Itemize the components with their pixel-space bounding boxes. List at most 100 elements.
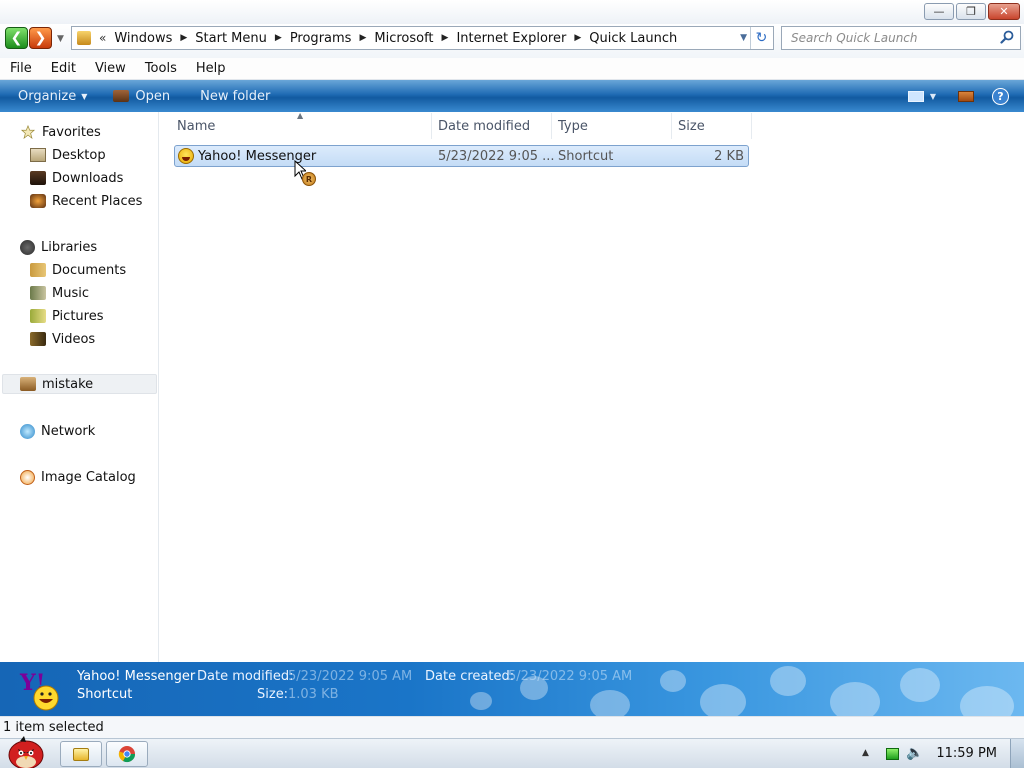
- background-bubble: [960, 686, 1014, 716]
- column-header-name-label: Name: [177, 118, 216, 134]
- nav-libraries-label: Libraries: [41, 239, 98, 255]
- desktop-icon: [30, 148, 46, 162]
- title-bar: — ❐ ✕: [0, 0, 1024, 24]
- status-bar: 1 item selected: [0, 716, 1024, 738]
- lightning-icon: [20, 469, 35, 485]
- view-options-dropdown-icon[interactable]: ▼: [930, 92, 936, 101]
- breadcrumb-microsoft[interactable]: Microsoft: [374, 31, 433, 46]
- start-button[interactable]: [2, 733, 50, 768]
- details-date-created-label: Date created:: [425, 669, 515, 684]
- menu-file[interactable]: File: [0, 61, 41, 76]
- breadcrumb-overflow-button[interactable]: «: [99, 31, 106, 45]
- help-icon[interactable]: ?: [992, 87, 1009, 105]
- downloads-icon: [30, 171, 46, 185]
- column-header-type[interactable]: Type: [552, 113, 672, 139]
- breadcrumb-quick-launch[interactable]: Quick Launch: [589, 31, 677, 46]
- folder-icon: [73, 747, 89, 761]
- breadcrumb-internet-explorer[interactable]: Internet Explorer: [456, 31, 566, 46]
- file-row[interactable]: Yahoo! Messenger 5/23/2022 9:05 ... Shor…: [174, 145, 749, 167]
- nav-libraries[interactable]: Libraries: [20, 237, 97, 257]
- nav-image-catalog[interactable]: Image Catalog: [20, 467, 136, 487]
- chrome-icon: [118, 746, 136, 763]
- breadcrumb-separator-icon[interactable]: ▶: [180, 33, 187, 43]
- nav-recent-places[interactable]: Recent Places: [30, 191, 142, 211]
- nav-favorites[interactable]: Favorites: [20, 122, 101, 142]
- star-icon: [20, 125, 36, 139]
- column-header-name[interactable]: Name: [171, 113, 432, 139]
- network-status-icon[interactable]: [886, 748, 899, 760]
- nav-videos-label: Videos: [52, 331, 96, 347]
- volume-icon[interactable]: 🔈: [906, 745, 923, 761]
- column-header-date-modified[interactable]: Date modified: [432, 113, 552, 139]
- new-folder-button[interactable]: New folder: [200, 89, 270, 104]
- search-input[interactable]: [791, 31, 996, 45]
- details-date-modified-value: 5/23/2022 9:05 AM: [288, 669, 413, 684]
- breadcrumb-windows[interactable]: Windows: [114, 31, 172, 46]
- background-bubble: [900, 668, 940, 702]
- close-button[interactable]: ✕: [988, 3, 1020, 20]
- details-file-name: Yahoo! Messenger: [77, 669, 196, 684]
- taskbar: ▲ 🔈 11:59 PM: [0, 736, 1024, 768]
- restore-button[interactable]: ❐: [956, 3, 986, 20]
- file-date-cell: 5/23/2022 9:05 ...: [438, 148, 555, 164]
- breadcrumb-separator-icon[interactable]: ▶: [574, 33, 581, 43]
- nav-user-folder-label: mistake: [42, 376, 94, 392]
- menu-tools[interactable]: Tools: [135, 61, 186, 76]
- command-bar-right: ▼ ?: [907, 80, 1024, 112]
- window-controls: — ❐ ✕: [924, 3, 1020, 20]
- show-desktop-button[interactable]: [1010, 739, 1024, 768]
- refresh-button[interactable]: ↻: [750, 27, 772, 49]
- nav-music[interactable]: Music: [30, 283, 89, 303]
- background-bubble: [700, 684, 746, 716]
- details-file-kind: Shortcut: [77, 687, 133, 702]
- nav-pictures[interactable]: Pictures: [30, 306, 103, 326]
- menu-edit[interactable]: Edit: [41, 61, 85, 76]
- nav-desktop-label: Desktop: [52, 147, 106, 163]
- tray-expand-icon[interactable]: ▲: [862, 748, 869, 758]
- menu-view[interactable]: View: [85, 61, 135, 76]
- organize-button[interactable]: Organize ▼: [18, 89, 87, 104]
- address-dropdown-icon[interactable]: ▼: [740, 33, 747, 43]
- taskbar-clock[interactable]: 11:59 PM: [936, 746, 997, 761]
- breadcrumb-start-menu[interactable]: Start Menu: [195, 31, 267, 46]
- file-type-cell: Shortcut: [558, 148, 614, 164]
- details-date-modified-label: Date modified:: [197, 669, 294, 684]
- nav-desktop[interactable]: Desktop: [30, 145, 106, 165]
- taskbar-explorer-button[interactable]: [60, 741, 102, 767]
- nav-downloads[interactable]: Downloads: [30, 168, 123, 188]
- breadcrumb-separator-icon[interactable]: ▶: [442, 33, 449, 43]
- user-folder-icon: [20, 377, 36, 391]
- videos-icon: [30, 332, 46, 346]
- nav-user-folder[interactable]: mistake: [2, 374, 157, 394]
- search-icon[interactable]: [1000, 30, 1014, 44]
- open-button[interactable]: Open: [101, 89, 170, 104]
- taskbar-chrome-button[interactable]: [106, 741, 148, 767]
- breadcrumb-programs[interactable]: Programs: [290, 31, 352, 46]
- nav-music-label: Music: [52, 285, 89, 301]
- column-header-size[interactable]: Size: [672, 113, 752, 139]
- preview-pane-icon[interactable]: [958, 90, 974, 102]
- yahoo-messenger-logo: Y!: [19, 670, 59, 711]
- nav-network[interactable]: Network: [20, 421, 95, 441]
- nav-recent-places-label: Recent Places: [52, 193, 143, 209]
- network-icon: [20, 423, 35, 439]
- menu-help[interactable]: Help: [186, 61, 235, 76]
- minimize-button[interactable]: —: [924, 3, 954, 20]
- back-button[interactable]: ❮: [5, 27, 28, 49]
- details-date-created-value: 5/23/2022 9:05 AM: [508, 669, 633, 684]
- forward-button[interactable]: ❯: [29, 27, 52, 49]
- breadcrumb-separator-icon[interactable]: ▶: [275, 33, 282, 43]
- breadcrumb-separator-icon[interactable]: ▶: [359, 33, 366, 43]
- navigation-pane: Favorites Desktop Downloads Recent Place…: [0, 112, 159, 662]
- forward-arrow-icon: ❯: [34, 30, 47, 46]
- recent-places-icon: [30, 194, 46, 208]
- nav-pictures-label: Pictures: [52, 308, 104, 324]
- nav-documents-label: Documents: [52, 262, 127, 278]
- nav-network-label: Network: [41, 423, 96, 439]
- address-bar[interactable]: « Windows ▶ Start Menu ▶ Programs ▶ Micr…: [71, 26, 774, 50]
- open-icon: [113, 90, 130, 102]
- nav-documents[interactable]: Documents: [30, 260, 126, 280]
- recent-pages-dropdown-icon[interactable]: ▼: [57, 34, 64, 44]
- nav-videos[interactable]: Videos: [30, 329, 95, 349]
- change-view-icon[interactable]: [907, 90, 924, 102]
